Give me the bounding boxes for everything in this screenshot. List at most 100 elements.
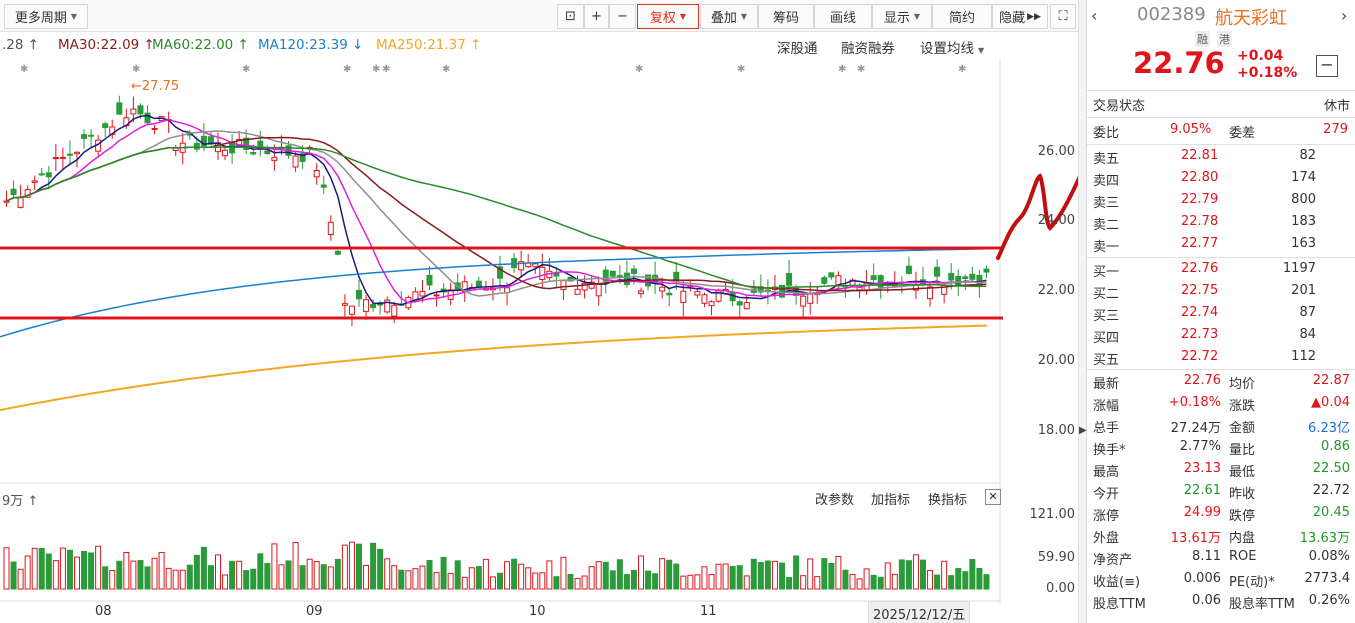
volume-bar — [877, 576, 884, 590]
volume-bar — [962, 571, 969, 590]
event-marker-icon: ✱ — [372, 64, 380, 75]
candle-body — [962, 276, 969, 280]
switch-indicator-link[interactable]: 换指标 — [928, 489, 967, 508]
candle-body — [948, 272, 955, 281]
high-annotation: ←27.75 — [131, 79, 180, 94]
bid-row[interactable]: 买一 22.76 1197 — [1087, 259, 1355, 281]
lock-button[interactable]: ⊡ — [557, 4, 584, 29]
chips-button[interactable]: 筹码 — [758, 4, 814, 29]
display-dropdown[interactable]: 显示 ▼ — [872, 4, 932, 29]
volume-bar — [511, 558, 518, 590]
change-params-link[interactable]: 改参数 — [815, 489, 854, 508]
volume-bar — [341, 544, 348, 590]
add-indicator-link[interactable]: 加指标 — [871, 489, 910, 508]
period-dropdown[interactable]: 更多周期 ▼ — [4, 4, 88, 29]
stat-label: 股息率TTM — [1229, 597, 1295, 612]
volume-bar — [567, 573, 574, 590]
stat-label: 最新 — [1093, 377, 1120, 392]
volume-bar — [327, 566, 334, 590]
bid-row[interactable]: 买五 22.72 112 — [1087, 347, 1355, 369]
ask-row[interactable]: 卖五 22.81 82 — [1087, 146, 1355, 168]
volume-bar — [419, 565, 426, 590]
stat-value: 27.24万 — [1170, 421, 1221, 436]
volume-bar — [412, 568, 419, 590]
volume-bar — [532, 572, 539, 590]
ask-row[interactable]: 卖四 22.80 174 — [1087, 168, 1355, 190]
ma-settings-link[interactable]: 设置均线 ▼ — [920, 37, 984, 57]
bid-row[interactable]: 买二 22.75 201 — [1087, 281, 1355, 303]
next-stock-arrow[interactable]: › — [1341, 6, 1347, 25]
volume-bar — [680, 575, 687, 590]
status-label: 交易状态 — [1093, 99, 1146, 114]
simple-button[interactable]: 简约 — [932, 4, 992, 29]
volume-bar — [870, 574, 877, 590]
volume-bar — [800, 575, 807, 590]
ask-row[interactable]: 卖一 22.77 163 — [1087, 234, 1355, 256]
volume-bar — [356, 543, 362, 590]
volume-bar — [595, 561, 602, 590]
volume-bar — [920, 559, 926, 590]
level-label: 买三 — [1093, 309, 1120, 324]
chart-toolbar: 更多周期 ▼ ⊡ + − 复权 ▼ 叠加 ▼ 筹码 画线 显示 ▼ 简约 隐藏 ▶▶ ⛶ — [0, 0, 1078, 32]
volume-bar — [116, 560, 123, 590]
overlay-label: 叠加 — [710, 11, 737, 26]
volume-bar — [200, 546, 207, 590]
bid-row[interactable]: 买三 22.74 87 — [1087, 303, 1355, 325]
stat-value: ▲0.04 — [1311, 395, 1350, 410]
fullscreen-button[interactable]: ⛶ — [1050, 4, 1076, 29]
overlay-dropdown[interactable]: 叠加 ▼ — [700, 4, 758, 29]
volume-bar — [243, 570, 250, 590]
volume-bar — [856, 578, 863, 590]
stats-row: 涨停 24.99 跌停 20.45 — [1087, 503, 1355, 525]
volume-bar — [186, 564, 193, 590]
candle-body — [666, 292, 673, 296]
candle-body — [616, 275, 623, 278]
candle-body — [130, 108, 137, 115]
display-label: 显示 — [883, 11, 910, 26]
stock-code: 002389 — [1137, 4, 1206, 25]
prev-stock-arrow[interactable]: ‹ — [1091, 6, 1097, 25]
bid-row[interactable]: 买四 22.73 84 — [1087, 325, 1355, 347]
stat-label: ROE — [1229, 549, 1257, 564]
close-icon[interactable]: ✕ — [985, 489, 1001, 505]
vol-tick: 121.00 — [1029, 507, 1076, 522]
volume-bar — [66, 549, 73, 590]
ma-legend: .28 ↑ MA30:22.09 ↑ MA60:22.00 ↑ MA120:23… — [0, 34, 1000, 58]
remove-watch-button[interactable]: − — [1316, 55, 1338, 77]
hide-button[interactable]: 隐藏 ▶▶ — [992, 4, 1048, 29]
stat-label: 换手* — [1093, 443, 1126, 458]
candle-body — [743, 302, 750, 310]
candle-body — [419, 290, 426, 297]
ask-row[interactable]: 卖三 22.79 800 — [1087, 190, 1355, 212]
candle-body — [659, 286, 666, 292]
candle-body — [264, 150, 271, 155]
x-tick: 10 — [529, 604, 546, 619]
kline-chart[interactable]: ✱ ✱ ✱ ✱ ✱ ✱ ✱ ✱ ✱ ✱ ✱ ✱ — [0, 58, 1078, 623]
volume-bar — [553, 576, 560, 590]
volume-bar — [45, 553, 52, 590]
panel-splitter[interactable]: ▶ — [1078, 0, 1087, 623]
level-volume: 800 — [1291, 192, 1316, 207]
margin-link[interactable]: 融资融券 — [841, 37, 895, 57]
sgt-link[interactable]: 深股通 — [777, 37, 818, 57]
candle-body — [856, 286, 863, 291]
stats-row: 股息TTM 0.06 股息率TTM 0.26% — [1087, 591, 1355, 613]
volume-bar — [489, 576, 496, 590]
level-price: 22.80 — [1181, 170, 1219, 185]
stats-row: 收益(≡) 0.006 PE(动)* 2773.4 — [1087, 569, 1355, 591]
volume-bar — [546, 560, 553, 590]
event-marker-icon: ✱ — [958, 64, 966, 75]
candle-body — [835, 275, 842, 286]
zoom-in-button[interactable]: + — [584, 4, 609, 29]
stat-value: 0.86 — [1321, 439, 1350, 454]
ask-row[interactable]: 卖二 22.78 183 — [1087, 212, 1355, 234]
volume-bar — [941, 560, 948, 590]
fuquan-dropdown[interactable]: 复权 ▼ — [637, 4, 699, 29]
volume-bar — [137, 560, 144, 590]
time-axis: 08 09 10 11 2025/12/12/五 — [0, 600, 1000, 623]
candle-body — [694, 291, 701, 296]
draw-line-button[interactable]: 画线 — [814, 4, 872, 29]
level-label: 买二 — [1093, 287, 1120, 302]
stat-label: 涨幅 — [1093, 399, 1120, 414]
zoom-out-button[interactable]: − — [609, 4, 636, 29]
